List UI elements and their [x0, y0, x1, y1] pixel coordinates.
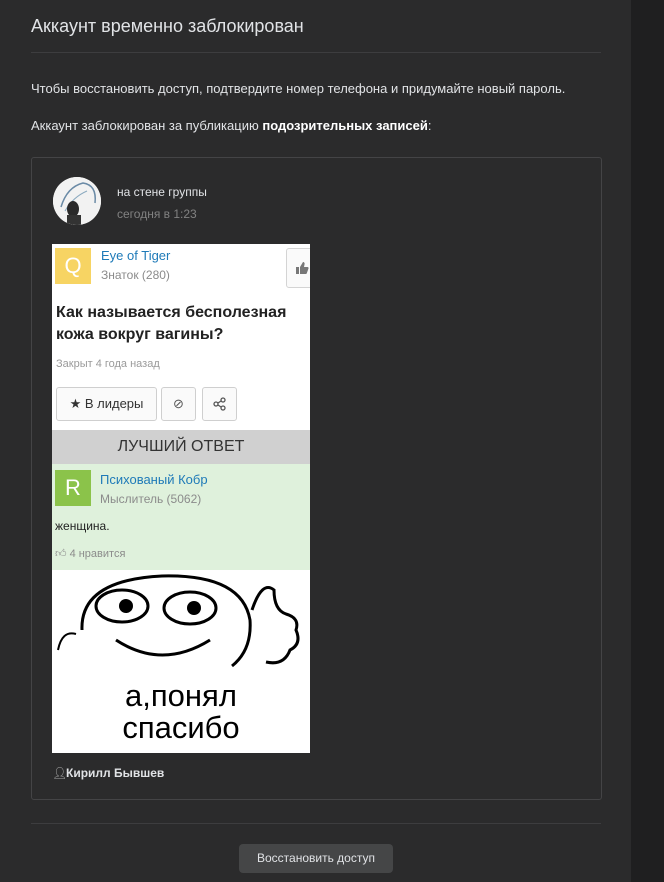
answer-block: R Психованый Кобр Мыслитель (5062) женщи…	[52, 464, 310, 570]
answer-user: Психованый Кобр	[100, 472, 208, 487]
answer-text: женщина.	[55, 519, 110, 533]
answer-avatar: R	[55, 470, 91, 506]
post-source[interactable]: на стене группы	[117, 185, 207, 199]
block-reason-prefix: Аккаунт заблокирован за публикацию	[31, 118, 263, 133]
answer-likes-count: 4 нравится	[69, 548, 126, 560]
meme-image: а,понял спасибо	[52, 570, 310, 753]
post-card: на стене группы сегодня в 1:23 Q Eye of …	[31, 157, 602, 800]
avatar[interactable]	[53, 177, 101, 225]
question-text: Как называется бесполезная кожа вокруг в…	[56, 304, 287, 343]
restore-instructions: Чтобы восстановить доступ, подтвердите н…	[31, 81, 566, 96]
post-time[interactable]: сегодня в 1:23	[117, 207, 197, 221]
blocked-panel: Аккаунт временно заблокирован Чтобы восс…	[0, 0, 631, 882]
block-icon: ⊘	[161, 387, 196, 421]
question-rank: Знаток (280)	[101, 268, 170, 282]
restore-access-button[interactable]: Восстановить доступ	[239, 844, 393, 873]
meme-caption: а,понял спасибо	[52, 680, 310, 744]
share-icon	[202, 387, 237, 421]
best-answer-bar: ЛУЧШИЙ ОТВЕТ	[52, 430, 310, 464]
post-author-name: Кирилл Бывшев	[66, 766, 165, 780]
question-closed: Закрыт 4 года назад	[56, 358, 160, 370]
leaders-button: ★ В лидеры	[56, 387, 157, 421]
answer-likes: 👍︎ 4 нравится	[55, 547, 125, 560]
answer-rank: Мыслитель (5062)	[100, 492, 202, 506]
thumbs-up-icon	[286, 248, 310, 288]
block-reason-bold: подозрительных записей	[262, 118, 428, 133]
block-reason-suffix: :	[427, 118, 432, 133]
post-author[interactable]: 👤︎Кирилл Бывшев	[52, 766, 164, 780]
right-edge-strip	[631, 0, 664, 882]
person-icon: 👤︎	[52, 766, 68, 780]
avatar-image	[53, 177, 101, 225]
meme-line-2: спасибо	[122, 710, 240, 745]
like-icon: 👍︎	[55, 548, 70, 560]
meme-line-1: а,понял	[125, 678, 237, 713]
footer-divider	[31, 823, 601, 824]
question-user: Eye of Tiger	[101, 248, 171, 263]
title-divider	[31, 52, 601, 53]
question-avatar: Q	[55, 248, 91, 284]
page-title: Аккаунт временно заблокирован	[31, 16, 304, 36]
post-image[interactable]: Q Eye of Tiger Знаток (280) Как называет…	[52, 244, 310, 753]
question-block: Q Eye of Tiger Знаток (280) Как называет…	[52, 244, 310, 430]
block-reason: Аккаунт заблокирован за публикацию подоз…	[31, 118, 431, 133]
meme-face-icon	[57, 574, 300, 668]
